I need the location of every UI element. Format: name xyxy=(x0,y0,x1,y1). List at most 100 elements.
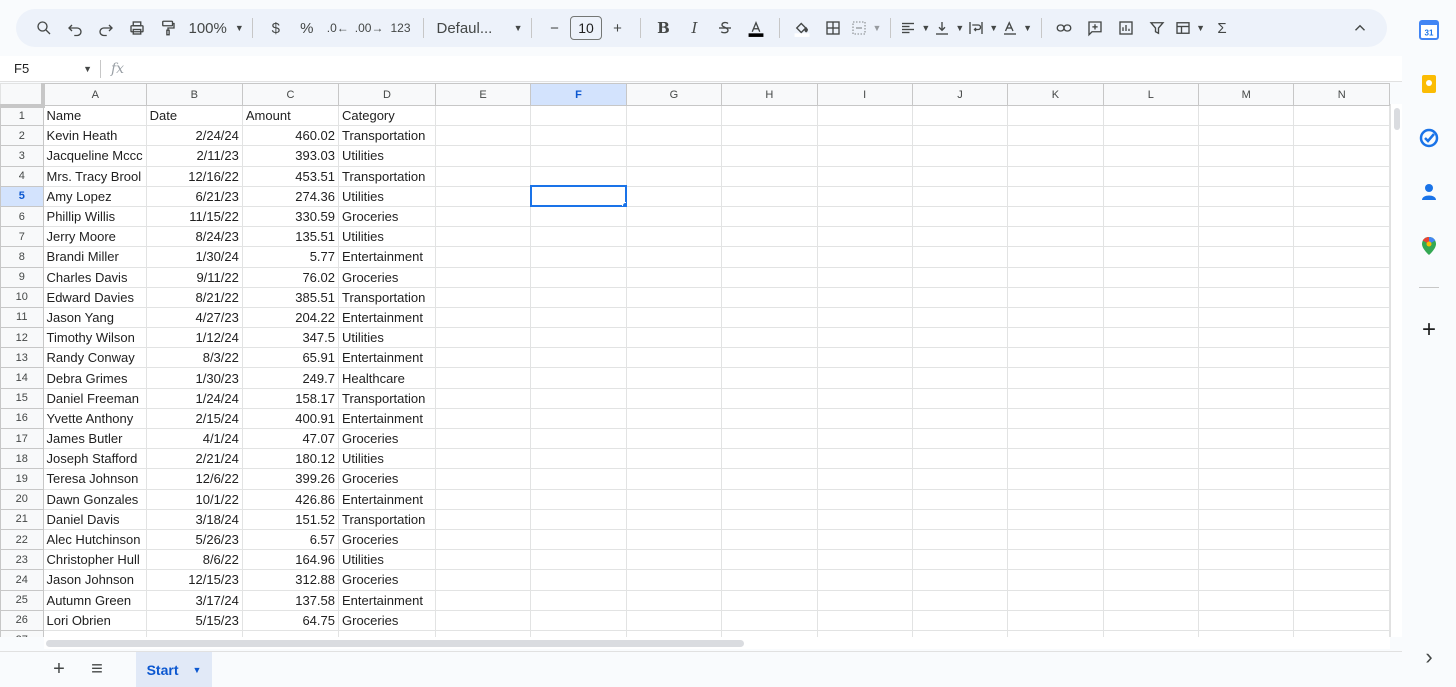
cell-h12[interactable] xyxy=(721,327,818,349)
horizontal-scrollbar[interactable] xyxy=(44,637,1390,649)
cell-h19[interactable] xyxy=(721,468,818,490)
cell-n10[interactable] xyxy=(1293,286,1390,308)
cell-d23[interactable]: Utilities xyxy=(338,549,436,571)
cell-a24[interactable]: Jason Johnson xyxy=(42,569,147,591)
cell-a18[interactable]: Joseph Stafford xyxy=(42,448,147,470)
cell-c26[interactable]: 64.75 xyxy=(241,609,340,631)
cell-g21[interactable] xyxy=(625,508,723,530)
paint-format-button[interactable] xyxy=(154,14,182,42)
cell-d8[interactable]: Entertainment xyxy=(338,246,436,268)
column-header-b[interactable]: B xyxy=(145,83,243,106)
cell-c6[interactable]: 330.59 xyxy=(241,205,340,228)
cell-e3[interactable] xyxy=(434,145,532,167)
cell-b15[interactable]: 1/24/24 xyxy=(145,387,243,409)
cell-g10[interactable] xyxy=(625,286,723,308)
cell-n8[interactable] xyxy=(1293,246,1390,268)
cell-k18[interactable] xyxy=(1007,448,1104,470)
cell-g14[interactable] xyxy=(625,367,723,389)
cell-b5[interactable]: 6/21/23 xyxy=(145,185,243,207)
fill-color-button[interactable] xyxy=(788,14,816,42)
cell-e9[interactable] xyxy=(434,266,532,288)
column-header-k[interactable]: K xyxy=(1007,83,1104,106)
row-header[interactable]: 2 xyxy=(0,125,44,147)
cell-l4[interactable] xyxy=(1102,165,1200,187)
cell-l12[interactable] xyxy=(1102,327,1200,349)
row-header[interactable]: 7 xyxy=(0,226,44,248)
cell-b16[interactable]: 2/15/24 xyxy=(145,407,243,430)
cell-l18[interactable] xyxy=(1102,448,1200,470)
cell-h13[interactable] xyxy=(721,347,818,369)
cell-n6[interactable] xyxy=(1293,205,1390,228)
cell-f9[interactable] xyxy=(530,266,627,288)
cell-a19[interactable]: Teresa Johnson xyxy=(42,468,147,490)
cell-d24[interactable]: Groceries xyxy=(338,569,436,591)
sheet-tab-start[interactable]: Start ▼ xyxy=(136,651,212,687)
cell-g11[interactable] xyxy=(625,306,723,329)
column-header-f[interactable]: F xyxy=(530,83,627,106)
cell-i6[interactable] xyxy=(816,205,913,228)
cell-h6[interactable] xyxy=(721,205,818,228)
cell-e20[interactable] xyxy=(434,488,532,510)
select-all-corner[interactable] xyxy=(0,83,46,108)
cell-m3[interactable] xyxy=(1198,145,1295,167)
cell-e15[interactable] xyxy=(434,387,532,409)
cell-k6[interactable] xyxy=(1007,205,1104,228)
cell-h2[interactable] xyxy=(721,125,818,147)
cell-a27[interactable] xyxy=(42,629,147,637)
cell-a4[interactable]: Mrs. Tracy Brool xyxy=(42,165,147,187)
cell-a23[interactable]: Christopher Hull xyxy=(42,549,147,571)
cell-g24[interactable] xyxy=(625,569,723,591)
cell-d18[interactable]: Utilities xyxy=(338,448,436,470)
cell-a17[interactable]: James Butler xyxy=(42,427,147,450)
cell-g13[interactable] xyxy=(625,347,723,369)
cell-c19[interactable]: 399.26 xyxy=(241,468,340,490)
cell-k21[interactable] xyxy=(1007,508,1104,530)
cell-f3[interactable] xyxy=(530,145,627,167)
cell-i9[interactable] xyxy=(816,266,913,288)
cell-l13[interactable] xyxy=(1102,347,1200,369)
cell-l15[interactable] xyxy=(1102,387,1200,409)
create-filter-button[interactable] xyxy=(1143,14,1171,42)
cell-k4[interactable] xyxy=(1007,165,1104,187)
cell-d4[interactable]: Transportation xyxy=(338,165,436,187)
cell-c7[interactable]: 135.51 xyxy=(241,226,340,248)
cell-b3[interactable]: 2/11/23 xyxy=(145,145,243,167)
cell-b19[interactable]: 12/6/22 xyxy=(145,468,243,490)
cell-j10[interactable] xyxy=(911,286,1009,308)
cell-i15[interactable] xyxy=(816,387,913,409)
cell-g17[interactable] xyxy=(625,427,723,450)
tasks-icon[interactable] xyxy=(1419,128,1439,148)
cell-m12[interactable] xyxy=(1198,327,1295,349)
cell-c27[interactable] xyxy=(241,629,340,637)
cell-e23[interactable] xyxy=(434,549,532,571)
cell-a26[interactable]: Lori Obrien xyxy=(42,609,147,631)
column-header-e[interactable]: E xyxy=(434,83,532,106)
cell-m8[interactable] xyxy=(1198,246,1295,268)
cell-m20[interactable] xyxy=(1198,488,1295,510)
cell-g22[interactable] xyxy=(625,528,723,551)
cell-d7[interactable]: Utilities xyxy=(338,226,436,248)
cell-c18[interactable]: 180.12 xyxy=(241,448,340,470)
redo-button[interactable] xyxy=(92,14,120,42)
cell-i14[interactable] xyxy=(816,367,913,389)
scroll-thumb[interactable] xyxy=(1394,108,1400,130)
cell-e10[interactable] xyxy=(434,286,532,308)
cell-i12[interactable] xyxy=(816,327,913,349)
contacts-icon[interactable] xyxy=(1419,182,1439,202)
cell-j1[interactable] xyxy=(911,104,1009,127)
cell-n1[interactable] xyxy=(1293,104,1390,127)
cell-e13[interactable] xyxy=(434,347,532,369)
cell-e2[interactable] xyxy=(434,125,532,147)
cell-a6[interactable]: Phillip Willis xyxy=(42,205,147,228)
cell-e17[interactable] xyxy=(434,427,532,450)
cell-e8[interactable] xyxy=(434,246,532,268)
cell-l19[interactable] xyxy=(1102,468,1200,490)
cell-e22[interactable] xyxy=(434,528,532,551)
row-header[interactable]: 4 xyxy=(0,165,44,187)
cell-l8[interactable] xyxy=(1102,246,1200,268)
cell-n13[interactable] xyxy=(1293,347,1390,369)
cell-c3[interactable]: 393.03 xyxy=(241,145,340,167)
cell-k12[interactable] xyxy=(1007,327,1104,349)
horizontal-align-button[interactable]: ▼ xyxy=(899,14,930,42)
cell-l24[interactable] xyxy=(1102,569,1200,591)
